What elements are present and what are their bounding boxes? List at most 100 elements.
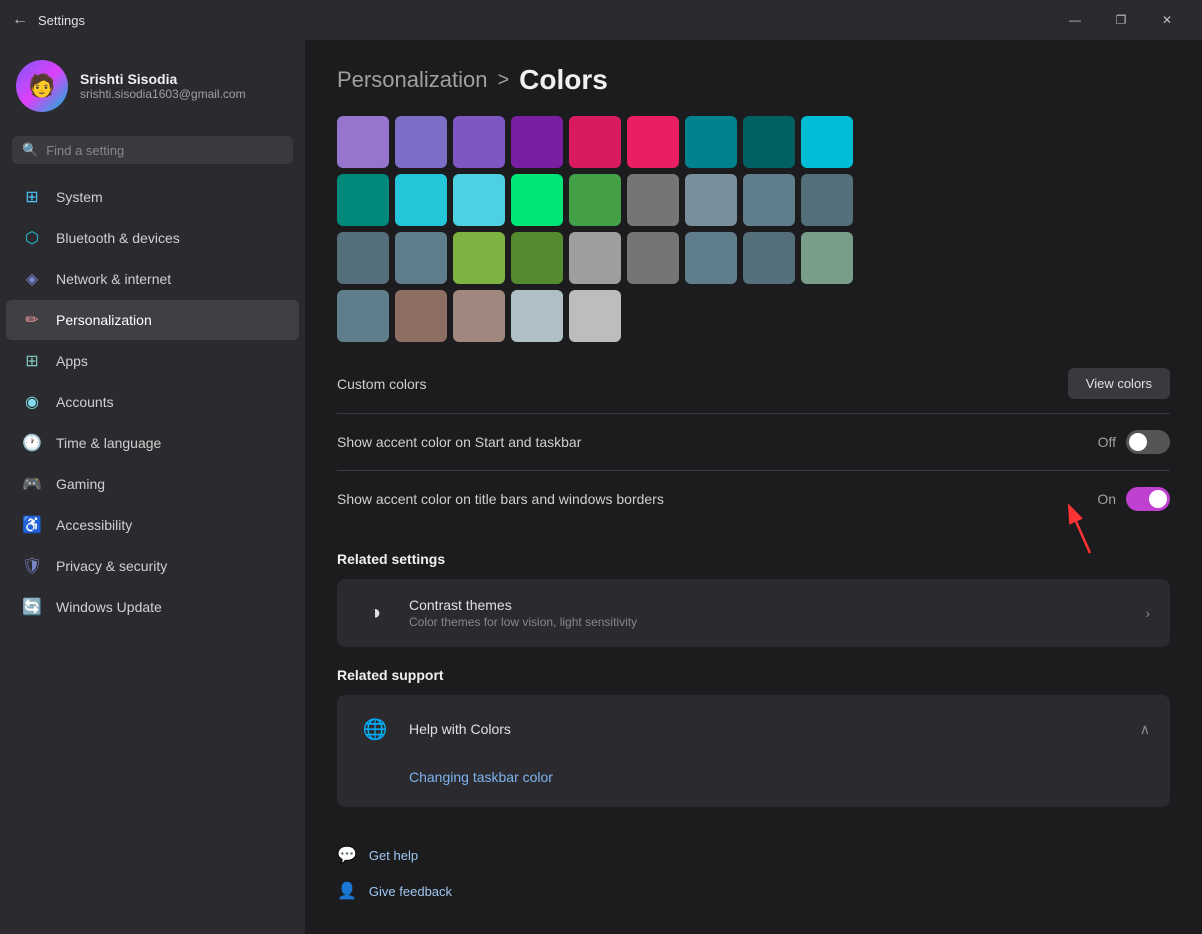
search-input[interactable] [46,143,283,158]
toggle-knob-1 [1149,490,1167,508]
bottom-link-0[interactable]: 💬 Get help [337,839,1170,871]
help-card-title-text: Help with Colors [409,721,1124,737]
color-swatch-0-8[interactable] [801,116,853,168]
nav-label-gaming: Gaming [56,476,105,492]
toggle-switch-1[interactable] [1126,487,1170,511]
nav-label-network: Network & internet [56,271,171,287]
help-title: Help with Colors [409,721,1124,737]
sidebar-item-personalization[interactable]: ✏ Personalization [6,300,299,340]
color-swatch-3-4[interactable] [569,290,621,342]
color-swatch-1-7[interactable] [743,174,795,226]
color-swatch-2-1[interactable] [395,232,447,284]
minimize-button[interactable]: — [1052,4,1098,36]
color-swatch-2-2[interactable] [453,232,505,284]
user-profile[interactable]: 🧑 Srishti Sisodia srishti.sisodia1603@gm… [0,40,305,128]
toggle-label-0: Show accent color on Start and taskbar [337,434,581,450]
bottom-link-icon-1: 👤 [337,881,357,901]
content-area: Personalization > Colors Custom colors V… [305,40,1202,934]
toggle-label-1: Show accent color on title bars and wind… [337,491,664,507]
color-swatch-0-0[interactable] [337,116,389,168]
close-button[interactable]: ✕ [1144,4,1190,36]
toggles-section: Show accent color on Start and taskbar O… [337,414,1170,527]
color-swatch-1-2[interactable] [453,174,505,226]
nav-icon-time: 🕐 [22,433,42,453]
custom-colors-label: Custom colors [337,376,426,392]
color-swatch-1-3[interactable] [511,174,563,226]
sidebar: 🧑 Srishti Sisodia srishti.sisodia1603@gm… [0,40,305,934]
color-swatch-0-3[interactable] [511,116,563,168]
color-swatch-0-5[interactable] [627,116,679,168]
nav-label-system: System [56,189,103,205]
sidebar-item-update[interactable]: 🔄 Windows Update [6,587,299,627]
color-swatch-3-0[interactable] [337,290,389,342]
color-swatch-0-7[interactable] [743,116,795,168]
color-swatch-2-0[interactable] [337,232,389,284]
color-swatch-0-1[interactable] [395,116,447,168]
maximize-button[interactable]: ❐ [1098,4,1144,36]
color-swatch-0-6[interactable] [685,116,737,168]
color-swatch-1-4[interactable] [569,174,621,226]
color-swatch-2-6[interactable] [685,232,737,284]
sidebar-item-privacy[interactable]: 🛡 Privacy & security [6,546,299,586]
toggle-switch-0[interactable] [1126,430,1170,454]
color-swatch-1-1[interactable] [395,174,447,226]
toggle-knob-0 [1129,433,1147,451]
nav-icon-personalization: ✏ [22,310,42,330]
search-box[interactable]: 🔍 [12,136,293,164]
breadcrumb: Personalization > Colors [337,64,1170,96]
help-globe-icon: 🌐 [357,711,393,747]
help-card-content: Changing taskbar color [337,763,1170,807]
nav-label-time: Time & language [56,435,161,451]
contrast-icon: ◑ [357,595,393,631]
sidebar-item-time[interactable]: 🕐 Time & language [6,423,299,463]
user-name: Srishti Sisodia [80,71,246,87]
sidebar-item-accounts[interactable]: ◉ Accounts [6,382,299,422]
sidebar-item-gaming[interactable]: 🎮 Gaming [6,464,299,504]
color-swatch-2-5[interactable] [627,232,679,284]
color-swatch-2-7[interactable] [743,232,795,284]
color-swatch-1-8[interactable] [801,174,853,226]
search-icon: 🔍 [22,142,38,158]
help-link-taskbar[interactable]: Changing taskbar color [409,763,1150,791]
user-info: Srishti Sisodia srishti.sisodia1603@gmai… [80,71,246,101]
color-swatch-2-4[interactable] [569,232,621,284]
color-swatch-3-1[interactable] [395,290,447,342]
bottom-links: 💬 Get help 👤 Give feedback [337,831,1170,907]
nav-icon-network: ◈ [22,269,42,289]
view-colors-button[interactable]: View colors [1068,368,1170,399]
color-row-2 [337,232,1170,284]
sidebar-item-bluetooth[interactable]: ⬡ Bluetooth & devices [6,218,299,258]
color-swatch-0-2[interactable] [453,116,505,168]
color-swatch-2-3[interactable] [511,232,563,284]
bottom-link-label-1: Give feedback [369,884,452,899]
color-swatch-3-3[interactable] [511,290,563,342]
help-card: 🌐 Help with Colors ∧ Changing taskbar co… [337,695,1170,807]
contrast-themes-card[interactable]: ◑ Contrast themes Color themes for low v… [337,579,1170,647]
related-support-title: Related support [337,667,1170,683]
sidebar-item-network[interactable]: ◈ Network & internet [6,259,299,299]
nav-label-apps: Apps [56,353,88,369]
back-button[interactable]: ← [12,11,28,29]
help-card-header[interactable]: 🌐 Help with Colors ∧ [337,695,1170,763]
nav-icon-gaming: 🎮 [22,474,42,494]
color-swatch-1-5[interactable] [627,174,679,226]
sidebar-item-apps[interactable]: ⊞ Apps [6,341,299,381]
bottom-link-1[interactable]: 👤 Give feedback [337,875,1170,907]
sidebar-item-system[interactable]: ⊞ System [6,177,299,217]
sidebar-item-accessibility[interactable]: ♿ Accessibility [6,505,299,545]
color-swatch-1-6[interactable] [685,174,737,226]
color-swatch-2-8[interactable] [801,232,853,284]
related-settings-title: Related settings [337,551,1170,567]
toggle-control-1: On [1097,487,1170,511]
nav-icon-system: ⊞ [22,187,42,207]
color-grid [337,116,1170,342]
color-swatch-0-4[interactable] [569,116,621,168]
title-bar: ← Settings — ❐ ✕ [0,0,1202,40]
color-swatch-3-2[interactable] [453,290,505,342]
color-row-0 [337,116,1170,168]
chevron-right-icon: › [1145,605,1150,621]
nav-label-accessibility: Accessibility [56,517,132,533]
toggle-control-0: Off [1098,430,1170,454]
breadcrumb-parent[interactable]: Personalization [337,67,487,93]
color-swatch-1-0[interactable] [337,174,389,226]
